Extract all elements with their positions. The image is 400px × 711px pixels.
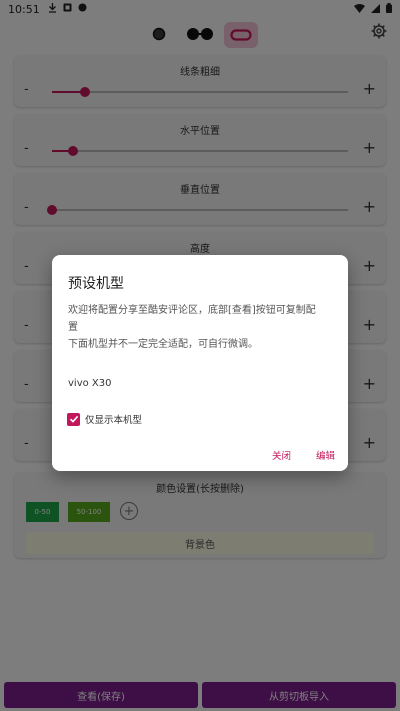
checkbox-label: 仅显示本机型 — [85, 415, 143, 426]
model-list-item[interactable]: vivo X30 — [68, 378, 112, 389]
dialog-message-line: 置 — [68, 322, 78, 333]
dialog-message: 欢迎将配置分享至酷安评论区，底部[查看]按钮可复制配 置 下面机型并不一定完全适… — [68, 302, 336, 353]
dialog-message-line: 欢迎将配置分享至酷安评论区，底部[查看]按钮可复制配 — [68, 305, 316, 316]
dialog-title: 预设机型 — [68, 276, 124, 292]
only-this-model-checkbox-row[interactable]: 仅显示本机型 — [67, 412, 142, 426]
preset-model-dialog: 预设机型 欢迎将配置分享至酷安评论区，底部[查看]按钮可复制配 置 下面机型并不… — [52, 255, 348, 471]
checkbox[interactable] — [67, 412, 80, 426]
edit-button[interactable]: 编辑 — [316, 448, 335, 462]
check-icon — [69, 415, 78, 423]
dialog-message-line: 下面机型并不一定完全适配，可自行微调。 — [68, 339, 258, 350]
close-button[interactable]: 关闭 — [272, 448, 291, 462]
